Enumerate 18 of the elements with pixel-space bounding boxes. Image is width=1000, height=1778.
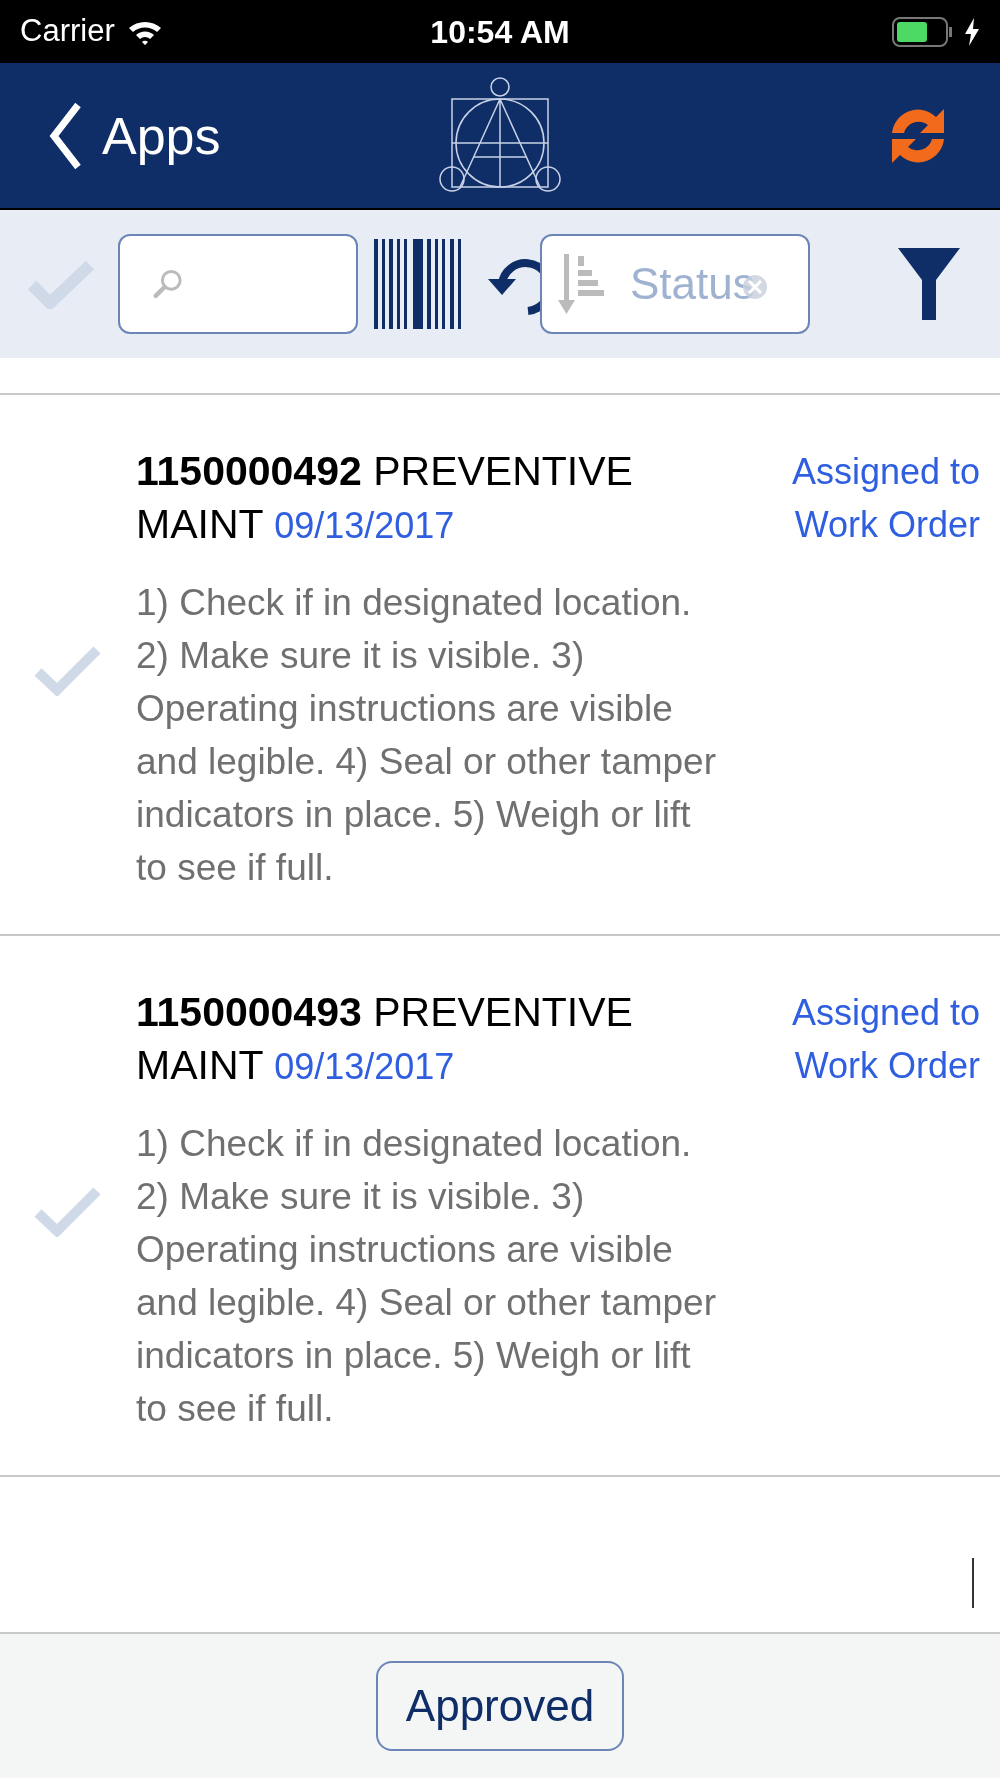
checkmark-icon[interactable]: [33, 643, 103, 696]
item-status: Assigned to Work Order: [790, 991, 981, 1088]
checkmark-icon[interactable]: [33, 1184, 103, 1237]
item-title[interactable]: 1150000493 PREVENTIVE MAINT 09/13/2017: [136, 986, 736, 1093]
back-button[interactable]: Apps: [48, 96, 221, 175]
charging-icon: [964, 17, 980, 46]
carrier-name: Carrier: [20, 12, 115, 51]
chevron-left-icon: [48, 100, 82, 171]
item-status: Assigned to Work Order: [790, 450, 981, 547]
clock-time: 10:54 AM: [430, 12, 570, 52]
approved-button[interactable]: Approved: [375, 1661, 625, 1751]
search-field[interactable]: [118, 234, 358, 334]
checkmark-icon[interactable]: [28, 259, 94, 309]
item-title[interactable]: 1150000492 PREVENTIVE MAINT 09/13/2017: [136, 445, 736, 552]
item-description: 1) Check if in designated location. 2) Make sure it is visible. 3) Operating instructions are visible and legible. 4) Seal or other tamper indicators in place. 5) Weigh or lift to see if full.: [136, 581, 717, 890]
item-description: 1) Check if in designated location. 2) Make sure it is visible. 3) Operating instructions are visible and legible. 4) Seal or other tamper indicators in place. 5) Weigh or lift to see if full.: [136, 1122, 717, 1431]
filter-icon[interactable]: [898, 248, 960, 320]
scroll-bar: [972, 1558, 974, 1608]
